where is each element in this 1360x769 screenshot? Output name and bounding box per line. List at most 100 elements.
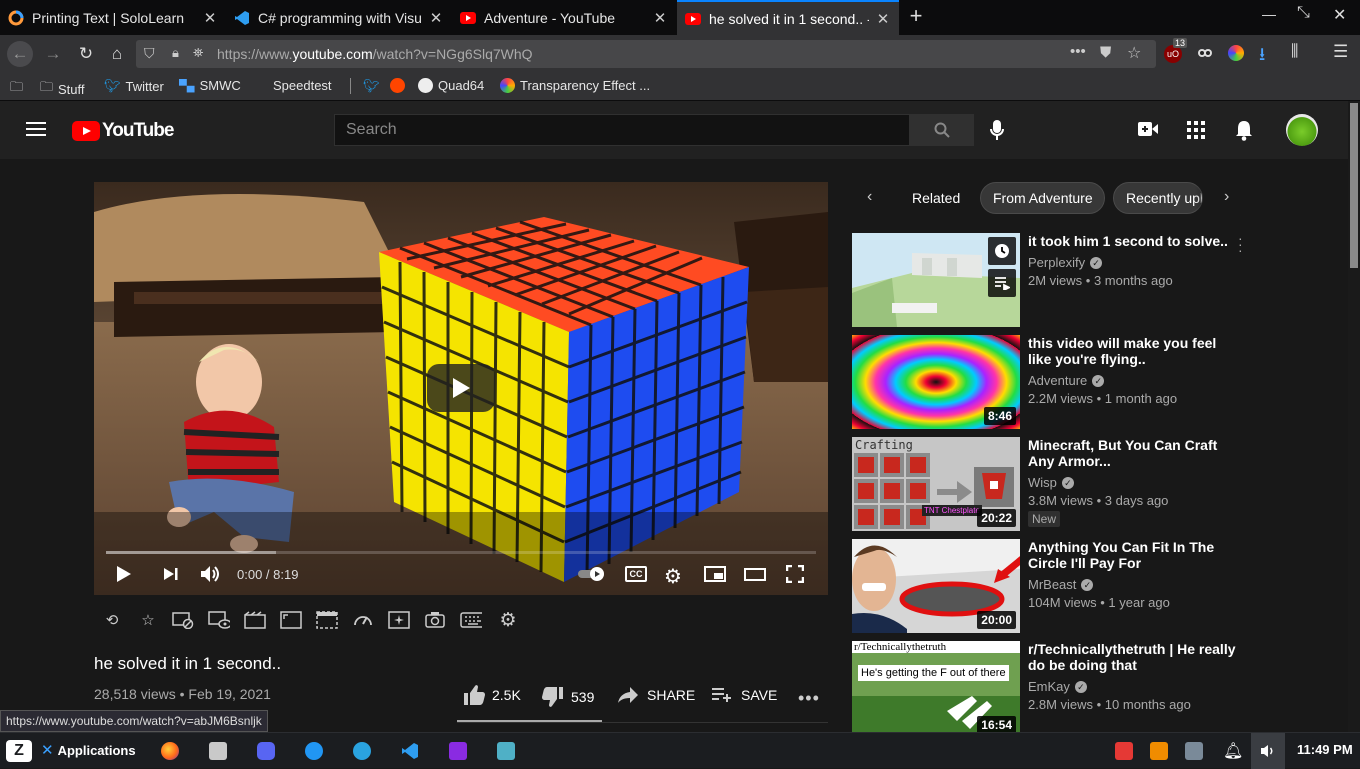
recommendation-channel[interactable]: EmKay ✓ — [1028, 679, 1087, 694]
play-button[interactable] — [116, 565, 132, 583]
bookmark-smwc[interactable]: ▀▄ SMWC — [179, 78, 241, 93]
forward-button[interactable]: → — [40, 41, 66, 67]
vscode-icon[interactable] — [401, 742, 419, 760]
bookmark-twitter-2[interactable]: 🐦︎ — [363, 78, 380, 94]
menu-icon[interactable]: ☰ — [1333, 42, 1348, 62]
search-button[interactable] — [909, 114, 974, 146]
recommendation-item[interactable]: 8:46 this video will make you feel like … — [852, 335, 1252, 431]
ad-block-icon[interactable] — [172, 609, 194, 631]
recommendation-channel[interactable]: MrBeast ✓ — [1028, 577, 1094, 592]
recommendation-item[interactable]: 20:00 Anything You Can Fit In The Circle… — [852, 539, 1252, 635]
recommendation-title[interactable]: Minecraft, But You Can Craft Any Armor..… — [1028, 437, 1238, 469]
applications-menu[interactable]: ✕ Applications — [41, 741, 136, 759]
bookmark-transparency[interactable]: Transparency Effect ... — [500, 78, 650, 93]
reload-button[interactable]: ↻ — [73, 41, 99, 67]
notifications-bell-icon[interactable] — [1235, 119, 1253, 141]
bookmark-star-icon[interactable]: ☆ — [1127, 43, 1141, 63]
network-icon[interactable] — [1185, 742, 1203, 760]
library-icon[interactable]: ⫼ — [1291, 43, 1298, 61]
shield-icon[interactable]: ⛉ — [144, 45, 155, 62]
filters-icon[interactable] — [388, 609, 410, 631]
tab-current-video[interactable]: he solved it in 1 second.. - YouTube ✕ — [677, 0, 899, 35]
back-button[interactable]: ← — [7, 41, 33, 67]
volume-tray-button[interactable] — [1251, 733, 1285, 769]
search-input[interactable]: Search — [334, 114, 910, 146]
settings-gear-icon[interactable]: ⚙ — [664, 564, 682, 589]
tab-csharp[interactable]: C# programming with Visual Studio ✕ — [226, 0, 452, 35]
video-thumbnail[interactable]: Crafting TNT Chestplate 20:22 — [852, 437, 1020, 531]
pocket-icon[interactable]: ⛊ — [1100, 44, 1111, 61]
chip-from-adventure[interactable]: From Adventure — [980, 182, 1105, 214]
avatar[interactable] — [1286, 114, 1318, 146]
share-button[interactable]: SHARE — [617, 686, 695, 704]
mute-button[interactable] — [200, 565, 222, 583]
bookmark-stuff[interactable]: 🗀︎ Stuff — [40, 78, 85, 100]
lock-icon[interactable]: 🔒︎ — [172, 45, 179, 61]
firefox-icon[interactable] — [161, 742, 179, 760]
chip-related[interactable]: Related — [893, 182, 963, 214]
theater-mode-button[interactable] — [744, 568, 766, 581]
bookmark-reddit[interactable] — [390, 78, 405, 93]
favorite-star-icon[interactable]: ☆ — [137, 609, 159, 631]
screenshot-tool-icon[interactable] — [1115, 742, 1133, 760]
recommendation-item[interactable]: Crafting TNT Chestplate 20:22 Minecraft,… — [852, 437, 1252, 533]
autoplay-toggle[interactable] — [578, 567, 606, 581]
system-monitor-icon[interactable] — [497, 742, 515, 760]
popup-player-icon[interactable] — [316, 609, 338, 631]
download-icon[interactable]: ⭳ — [1259, 42, 1265, 72]
close-icon[interactable]: ✕ — [875, 10, 891, 28]
keyboard-shortcuts-icon[interactable] — [460, 609, 482, 631]
more-options-icon[interactable]: · · · — [1238, 231, 1243, 257]
watch-later-button[interactable] — [988, 237, 1016, 265]
sublime-icon[interactable] — [1150, 742, 1168, 760]
create-video-icon[interactable] — [1138, 122, 1158, 136]
youtube-logo[interactable]: YouTube — [72, 120, 174, 142]
recommendation-item[interactable]: it took him 1 second to solve.. Perplexi… — [852, 231, 1252, 329]
add-to-queue-button[interactable] — [988, 269, 1016, 297]
restore-button[interactable]: ⤡ — [1297, 4, 1310, 22]
guide-menu-icon[interactable] — [26, 121, 46, 137]
preview-icon[interactable] — [208, 609, 230, 631]
new-tab-button[interactable]: + — [905, 5, 927, 27]
close-icon[interactable]: ✕ — [202, 9, 218, 27]
video-thumbnail[interactable]: 8:46 — [852, 335, 1020, 429]
subtitles-button[interactable]: CC — [625, 566, 647, 582]
video-thumbnail[interactable]: r/Technicallythetruth He's getting the F… — [852, 641, 1020, 732]
clock[interactable]: 11:49 PM — [1297, 742, 1353, 757]
recommendation-title[interactable]: r/Technicallythetruth | He really do be … — [1028, 641, 1238, 673]
chips-scroll-right-icon[interactable]: › — [1224, 188, 1229, 206]
like-button[interactable]: 2.5K — [463, 684, 521, 706]
recommendation-channel[interactable]: Wisp ✓ — [1028, 475, 1074, 490]
files-folder-icon[interactable] — [209, 742, 227, 760]
bookmark-quad64[interactable]: Quad64 — [418, 78, 484, 93]
page-actions-icon[interactable]: ••• — [1070, 43, 1086, 60]
recommendation-channel[interactable]: Perplexify ✓ — [1028, 255, 1103, 270]
aspect-ratio-icon[interactable] — [280, 609, 302, 631]
apps-grid-icon[interactable] — [1187, 121, 1205, 139]
tab-adventure[interactable]: Adventure - YouTube ✕ — [452, 0, 676, 35]
dislike-button[interactable]: 539 — [542, 686, 594, 708]
bookmark-twitter[interactable]: 🐦︎ Twitter — [104, 78, 164, 94]
video-editor-icon[interactable] — [449, 742, 467, 760]
playback-speed-icon[interactable] — [352, 609, 374, 631]
video-thumbnail[interactable]: 20:00 — [852, 539, 1020, 633]
recommendation-channel[interactable]: Adventure ✓ — [1028, 373, 1105, 388]
miniplayer-button[interactable] — [704, 566, 726, 582]
loop-icon[interactable]: ⟲ — [101, 609, 123, 631]
progress-bar[interactable] — [106, 551, 816, 554]
close-icon[interactable]: ✕ — [428, 9, 444, 27]
color-picker-icon[interactable] — [1228, 45, 1244, 61]
permissions-icon[interactable]: ⛯ — [193, 45, 203, 61]
downloader-icon[interactable] — [305, 742, 323, 760]
next-button[interactable] — [163, 567, 179, 581]
url-bar[interactable]: ⛉ 🔒︎ ⛯ https://www.youtube.com/watch?v=N… — [136, 40, 1156, 68]
zorin-menu-icon[interactable]: Z — [6, 740, 32, 762]
bookmark-folder-root[interactable]: 🗀︎ — [10, 78, 23, 100]
recommendation-title[interactable]: this video will make you feel like you'r… — [1028, 335, 1238, 367]
extension-settings-gear-icon[interactable]: ⚙ — [497, 609, 519, 631]
cinema-icon[interactable] — [244, 609, 266, 631]
chip-recently-uploaded[interactable]: Recently uploaded — [1113, 182, 1203, 214]
video-thumbnail[interactable] — [852, 233, 1020, 327]
fullscreen-button[interactable] — [786, 565, 804, 583]
home-button[interactable]: ⌂ — [104, 41, 130, 67]
